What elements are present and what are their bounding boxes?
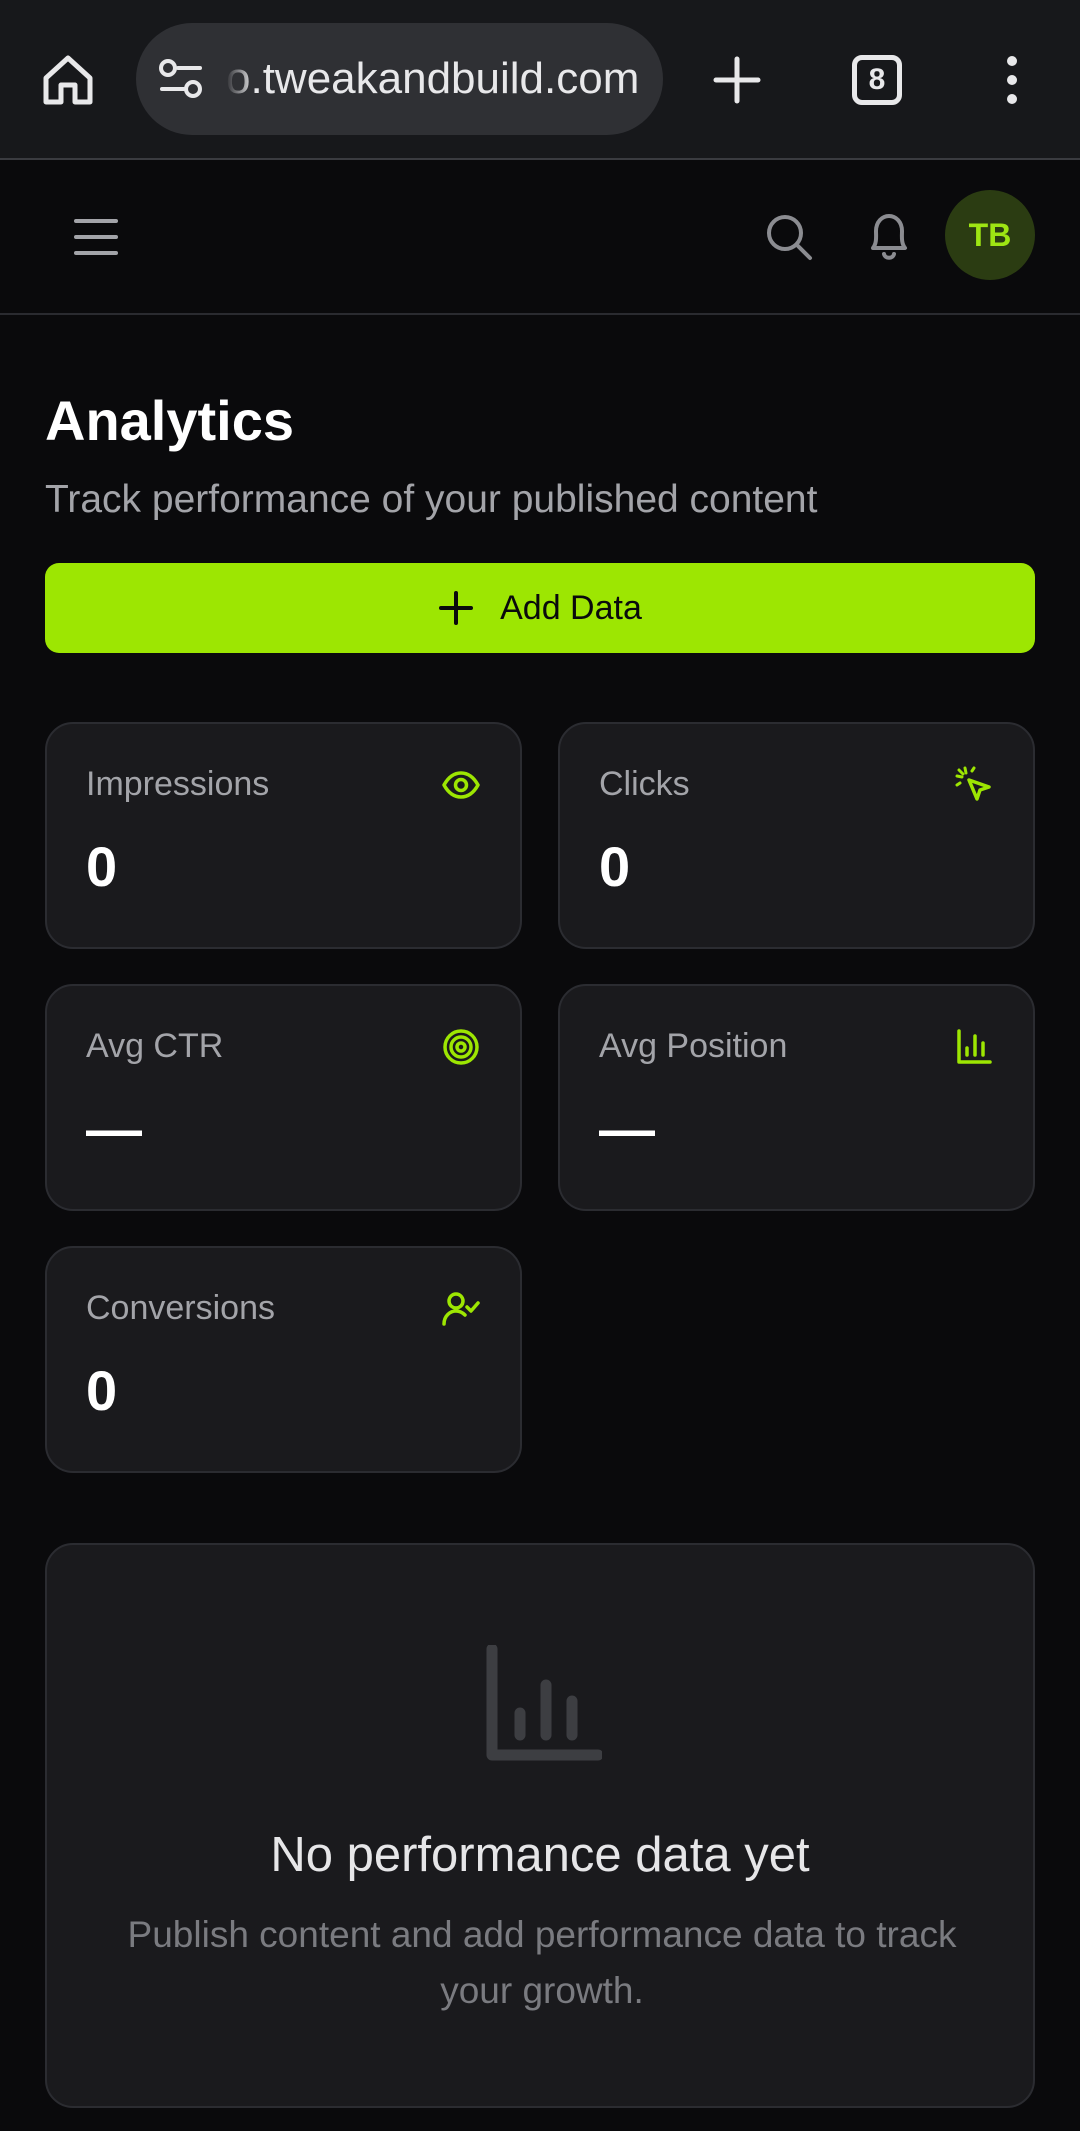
- add-data-label: Add Data: [500, 588, 642, 627]
- more-menu-icon[interactable]: [1000, 55, 1024, 105]
- url-text[interactable]: o.tweakandbuild.com: [226, 53, 646, 105]
- stat-card-clicks: Clicks 0: [558, 722, 1035, 949]
- browser-toolbar: o.tweakandbuild.com 8: [0, 0, 1080, 160]
- add-data-button[interactable]: Add Data: [45, 563, 1035, 653]
- target-icon: [442, 1028, 480, 1066]
- stat-label: Conversions: [86, 1289, 275, 1327]
- avatar[interactable]: TB: [945, 190, 1035, 280]
- user-check-icon: [442, 1290, 480, 1328]
- stat-value: —: [86, 1097, 142, 1160]
- eye-icon: [442, 766, 480, 804]
- search-icon[interactable]: [764, 212, 814, 262]
- cursor-click-icon: [955, 766, 993, 804]
- menu-icon[interactable]: [72, 213, 120, 261]
- stat-label: Clicks: [599, 765, 690, 803]
- stat-value: 0: [599, 835, 631, 898]
- address-bar[interactable]: o.tweakandbuild.com: [136, 23, 663, 135]
- empty-state-description: Publish content and add performance data…: [127, 1914, 957, 2011]
- plus-icon: [439, 591, 474, 625]
- bell-icon[interactable]: [864, 210, 914, 264]
- app-header: TB: [0, 162, 1080, 315]
- stat-card-conversions: Conversions 0: [45, 1246, 522, 1473]
- home-icon[interactable]: [40, 52, 96, 108]
- stat-label: Avg Position: [599, 1027, 788, 1065]
- tab-switcher-button[interactable]: 8: [852, 55, 902, 105]
- bar-chart-icon: [484, 1643, 604, 1763]
- stat-card-avg-ctr: Avg CTR —: [45, 984, 522, 1211]
- page-title: Analytics: [45, 389, 294, 452]
- stat-value: 0: [86, 835, 118, 898]
- empty-state-title: No performance data yet: [270, 1828, 810, 1882]
- empty-state-card: No performance data yet Publish content …: [45, 1543, 1035, 2108]
- stat-label: Avg CTR: [86, 1027, 224, 1065]
- page-subtitle: Track performance of your published cont…: [45, 478, 818, 521]
- bar-chart-icon: [955, 1028, 993, 1066]
- stat-card-impressions: Impressions 0: [45, 722, 522, 949]
- new-tab-icon[interactable]: [712, 55, 762, 105]
- stat-value: —: [599, 1097, 655, 1160]
- stat-label: Impressions: [86, 765, 270, 803]
- stat-value: 0: [86, 1359, 118, 1422]
- stat-card-avg-position: Avg Position —: [558, 984, 1035, 1211]
- site-settings-icon[interactable]: [158, 58, 204, 100]
